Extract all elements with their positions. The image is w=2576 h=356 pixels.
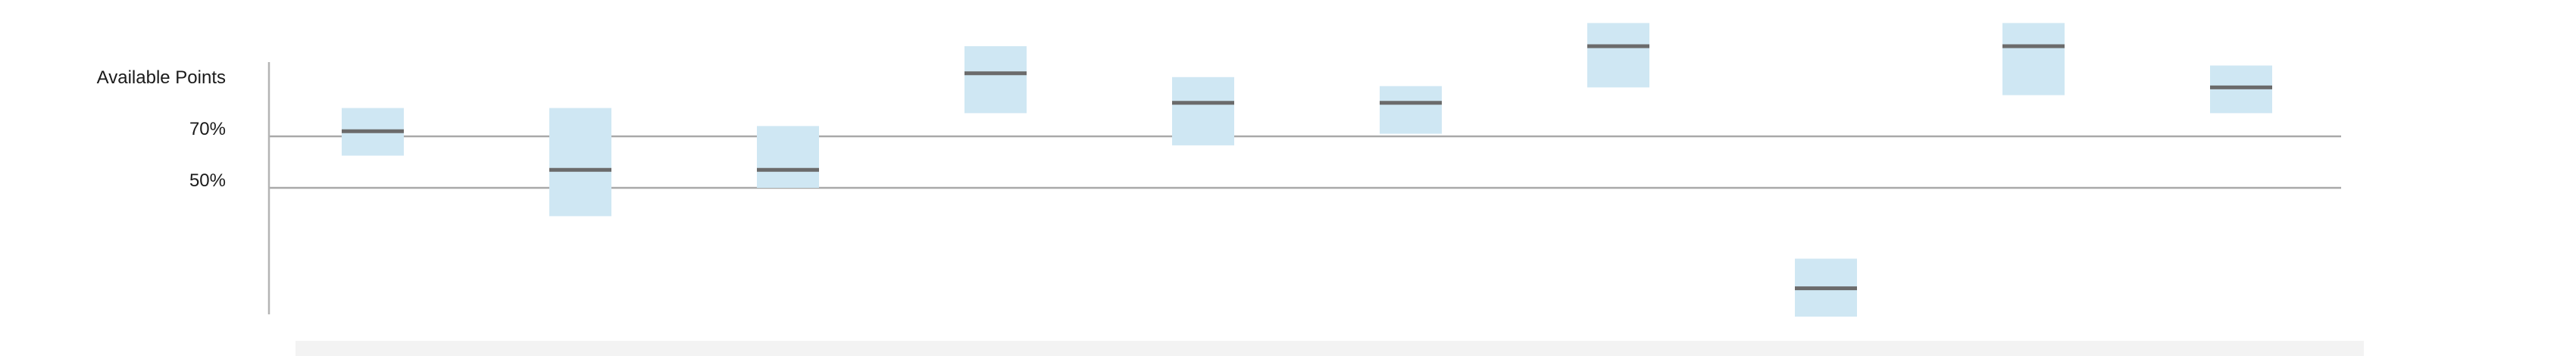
box-10 (2210, 65, 2272, 114)
box-4 (964, 46, 1027, 114)
labels: 70% 50% Available Points (97, 67, 226, 191)
footer-strip (295, 341, 2364, 356)
box-3 (757, 126, 819, 188)
y-axis-label: Available Points (97, 67, 226, 88)
reference-label-70: 70% (189, 119, 226, 139)
box-5 (1172, 77, 1234, 145)
reference-label-50: 50% (189, 170, 226, 191)
boxes (342, 23, 2272, 317)
box-9 (2002, 23, 2065, 95)
box-2 (549, 108, 611, 217)
box-6 (1380, 86, 1442, 134)
box-chart: 70% 50% Available Points (97, 23, 2341, 317)
box-7 (1587, 23, 1649, 88)
